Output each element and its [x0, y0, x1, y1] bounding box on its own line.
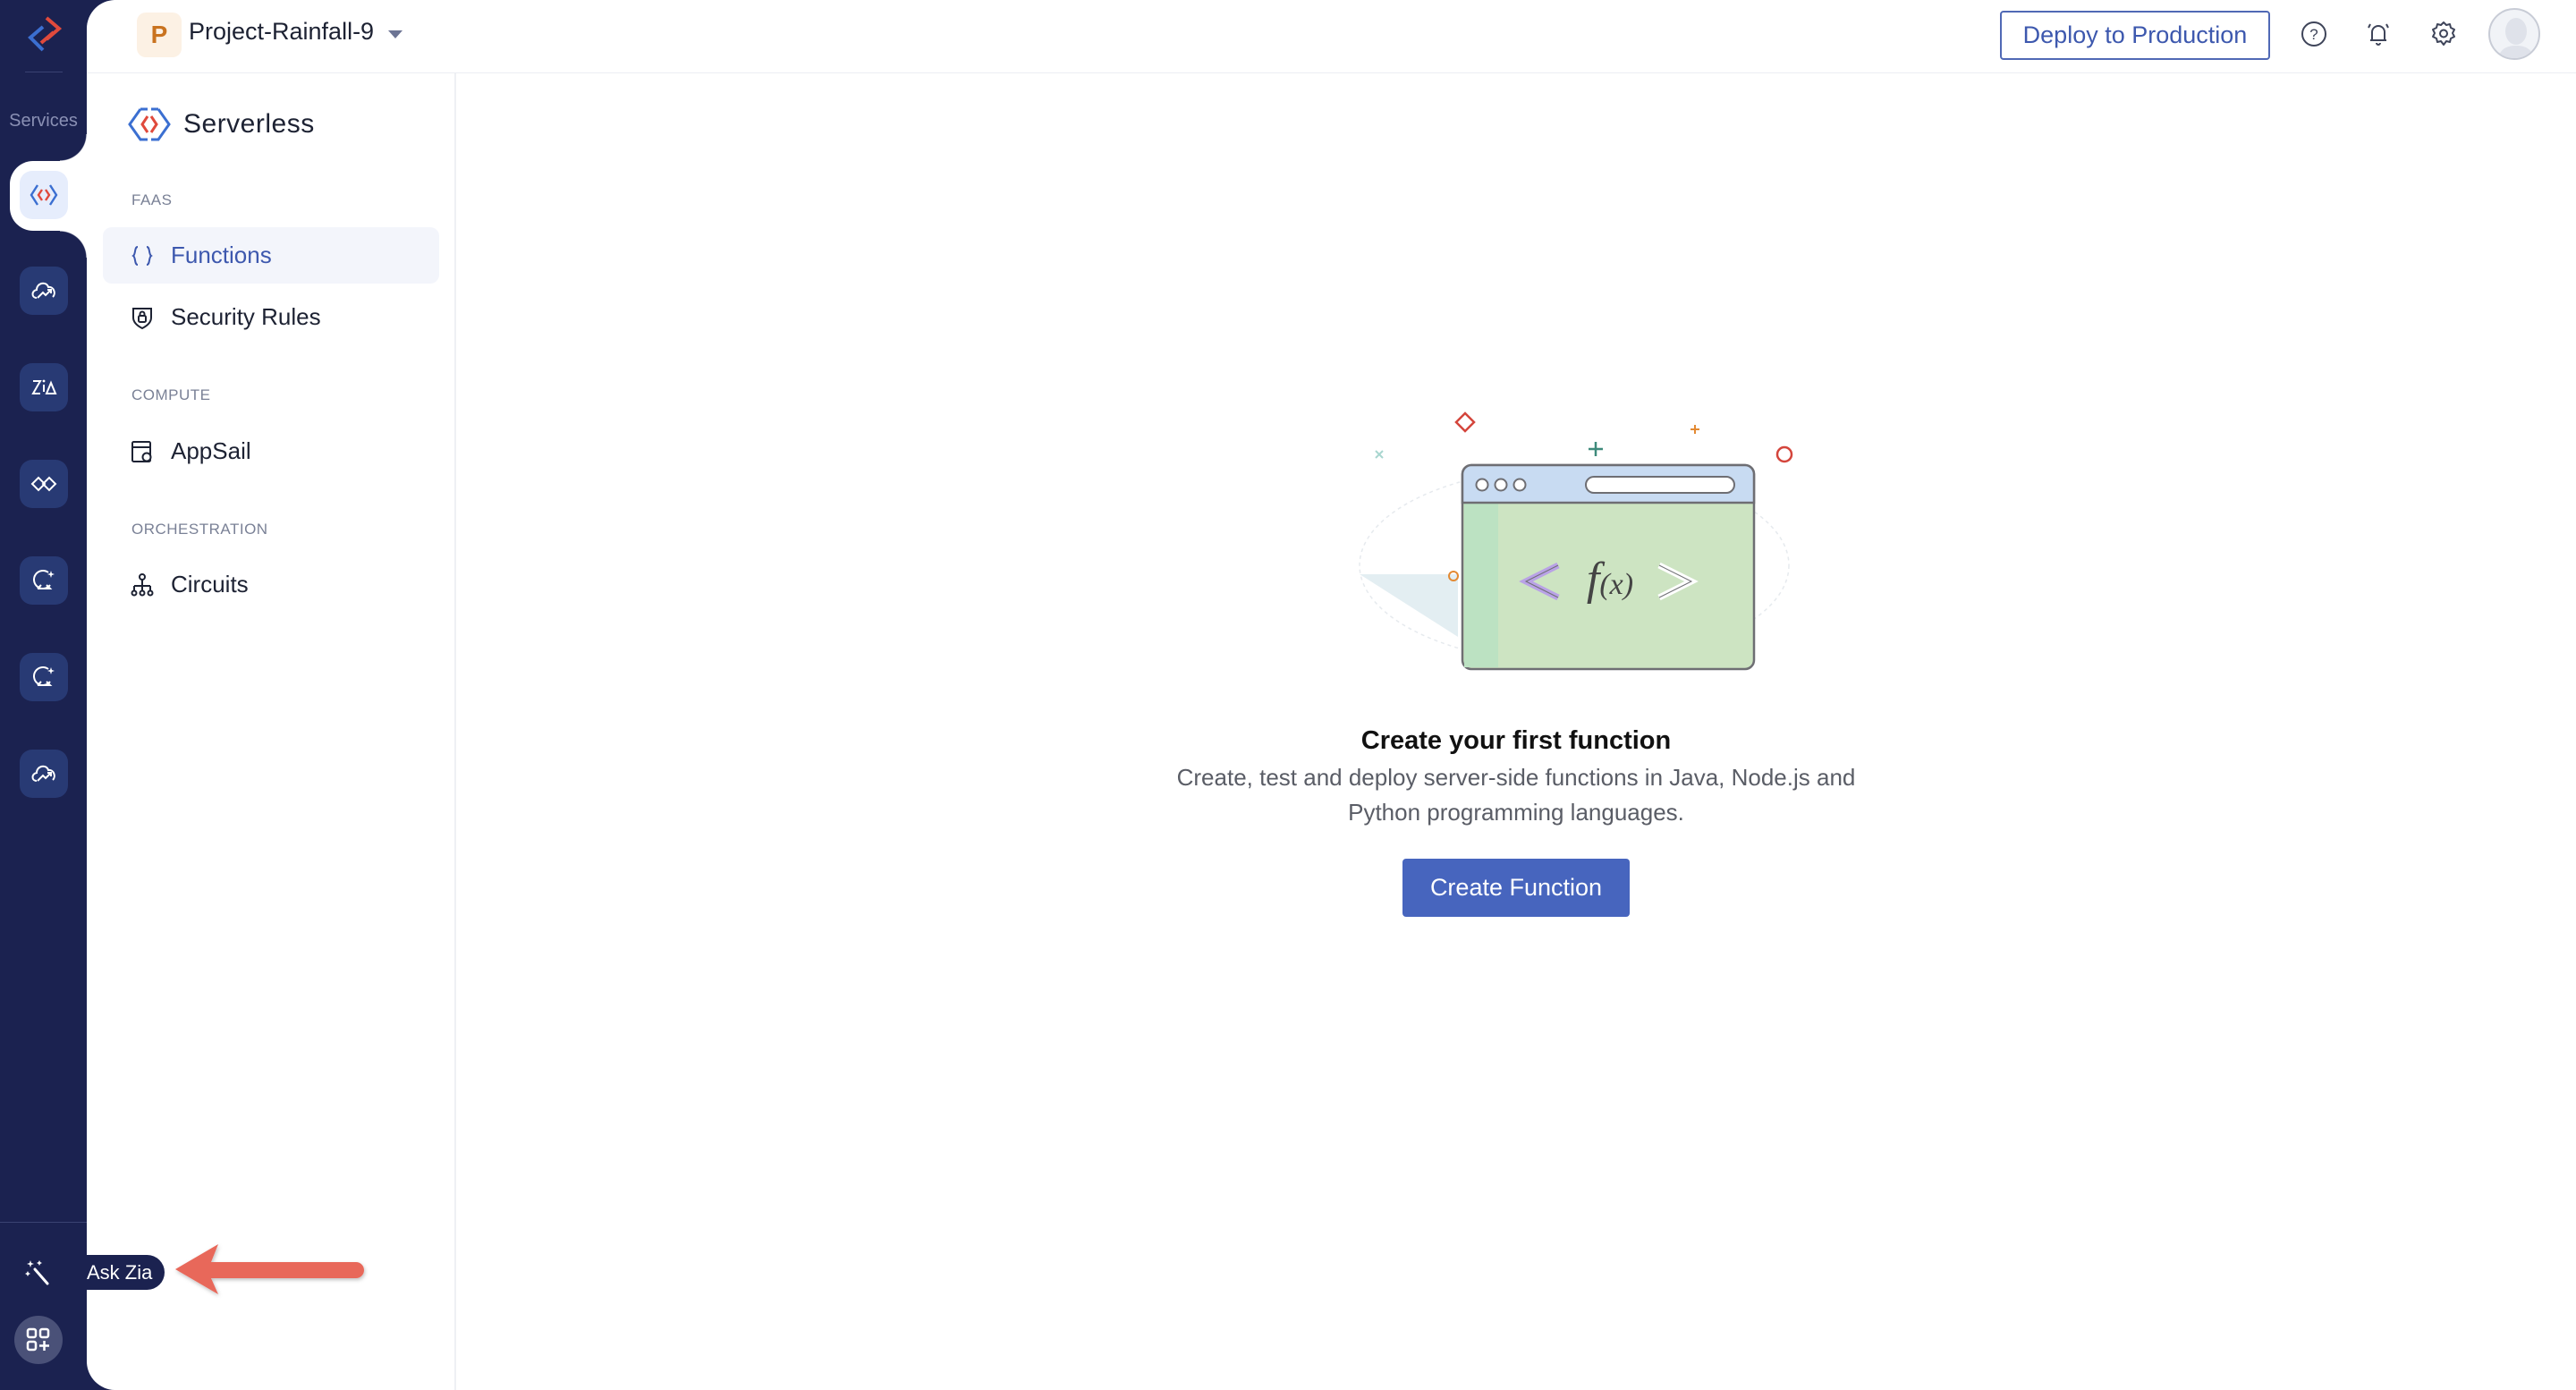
- empty-state: f(x) Create your first function Create, …: [456, 73, 2576, 1390]
- sidebar-item-label: Security Rules: [171, 303, 321, 330]
- rail-item-zia[interactable]: [20, 363, 68, 411]
- help-button[interactable]: ?: [2298, 18, 2330, 50]
- services-label: Services: [9, 111, 78, 131]
- cloud-growth-icon: [31, 765, 55, 782]
- project-avatar: P: [137, 13, 182, 57]
- notifications-button[interactable]: [2362, 18, 2394, 50]
- empty-state-title: Create your first function: [1360, 726, 1672, 755]
- section-label-compute: COMPUTE: [131, 386, 211, 403]
- annotation-arrow-icon: [175, 1244, 364, 1294]
- apps-add-icon: [26, 1327, 50, 1352]
- ask-zia-tooltip: Ask Zia: [87, 1255, 165, 1290]
- plus-shape: [1589, 442, 1603, 456]
- user-silhouette-icon: [2497, 18, 2535, 58]
- rail-bottom-divider: [0, 1222, 87, 1223]
- help-icon: ?: [2301, 21, 2326, 47]
- diamond-shape: [1454, 411, 1476, 433]
- sidebar-item-circuits[interactable]: Circuits: [103, 556, 439, 613]
- rail-item-crystal-ball-2[interactable]: [20, 653, 68, 701]
- section-label-orchestration: ORCHESTRATION: [131, 521, 268, 538]
- serverless-icon: [30, 184, 58, 206]
- service-title: Serverless: [126, 106, 315, 143]
- crystal-ball-icon: [33, 570, 55, 589]
- ask-zia-button[interactable]: [18, 1252, 57, 1292]
- catalyst-logo-icon[interactable]: [20, 11, 70, 61]
- rail-item-serverless[interactable]: [20, 171, 68, 219]
- integration-icon: [30, 476, 57, 492]
- sidebar-item-label: Circuits: [171, 571, 249, 598]
- services-rail: Services: [0, 0, 87, 1390]
- project-selector[interactable]: Project-Rainfall-9: [189, 18, 374, 46]
- deploy-to-production-button[interactable]: Deploy to Production: [2000, 11, 2270, 60]
- shield-lock-icon: [132, 307, 152, 329]
- user-avatar[interactable]: [2488, 8, 2540, 60]
- settings-button[interactable]: [2428, 18, 2460, 50]
- sidebar-item-label: AppSail: [171, 437, 251, 464]
- serverless-icon: [128, 107, 171, 141]
- caret-down-icon[interactable]: [388, 30, 402, 38]
- sidebar-item-appsail[interactable]: AppSail: [103, 423, 439, 479]
- rail-item-cloud-scale-2[interactable]: [20, 750, 68, 798]
- add-apps-button[interactable]: [14, 1316, 63, 1364]
- zia-icon: [31, 379, 57, 394]
- svg-text:?: ?: [2309, 26, 2318, 43]
- appsail-icon: [131, 440, 152, 462]
- sidebar-item-functions[interactable]: Functions: [103, 227, 439, 284]
- sidebar-item-label: Functions: [171, 242, 272, 268]
- rail-item-integration[interactable]: [20, 460, 68, 508]
- section-label-faas: FAAS: [131, 191, 173, 208]
- app-root: Services P Project-Rainfall-9 Deploy to …: [0, 0, 2576, 1390]
- create-function-button[interactable]: Create Function: [1402, 859, 1630, 917]
- app-surface: P Project-Rainfall-9 Deploy to Productio…: [87, 0, 2576, 1390]
- top-header: P Project-Rainfall-9 Deploy to Productio…: [87, 0, 2576, 73]
- cloud-growth-icon: [31, 282, 55, 299]
- braces-icon: [131, 245, 153, 266]
- rail-item-cloud-scale[interactable]: [20, 267, 68, 315]
- function-illustration: f(x): [1359, 411, 1793, 671]
- empty-state-description: Create, test and deploy server-side func…: [1176, 764, 1856, 826]
- magic-wand-icon: [25, 1260, 49, 1285]
- service-sidebar: Serverless FAAS Functions Security Rules…: [87, 73, 456, 1390]
- sidebar-item-security-rules[interactable]: Security Rules: [103, 289, 439, 345]
- rail-item-crystal-ball-1[interactable]: [20, 556, 68, 605]
- service-title-text: Serverless: [183, 109, 315, 139]
- bell-icon: [2368, 23, 2389, 46]
- circuits-icon: [131, 572, 154, 596]
- gear-icon: [2432, 21, 2455, 46]
- crystal-ball-icon: [33, 666, 55, 686]
